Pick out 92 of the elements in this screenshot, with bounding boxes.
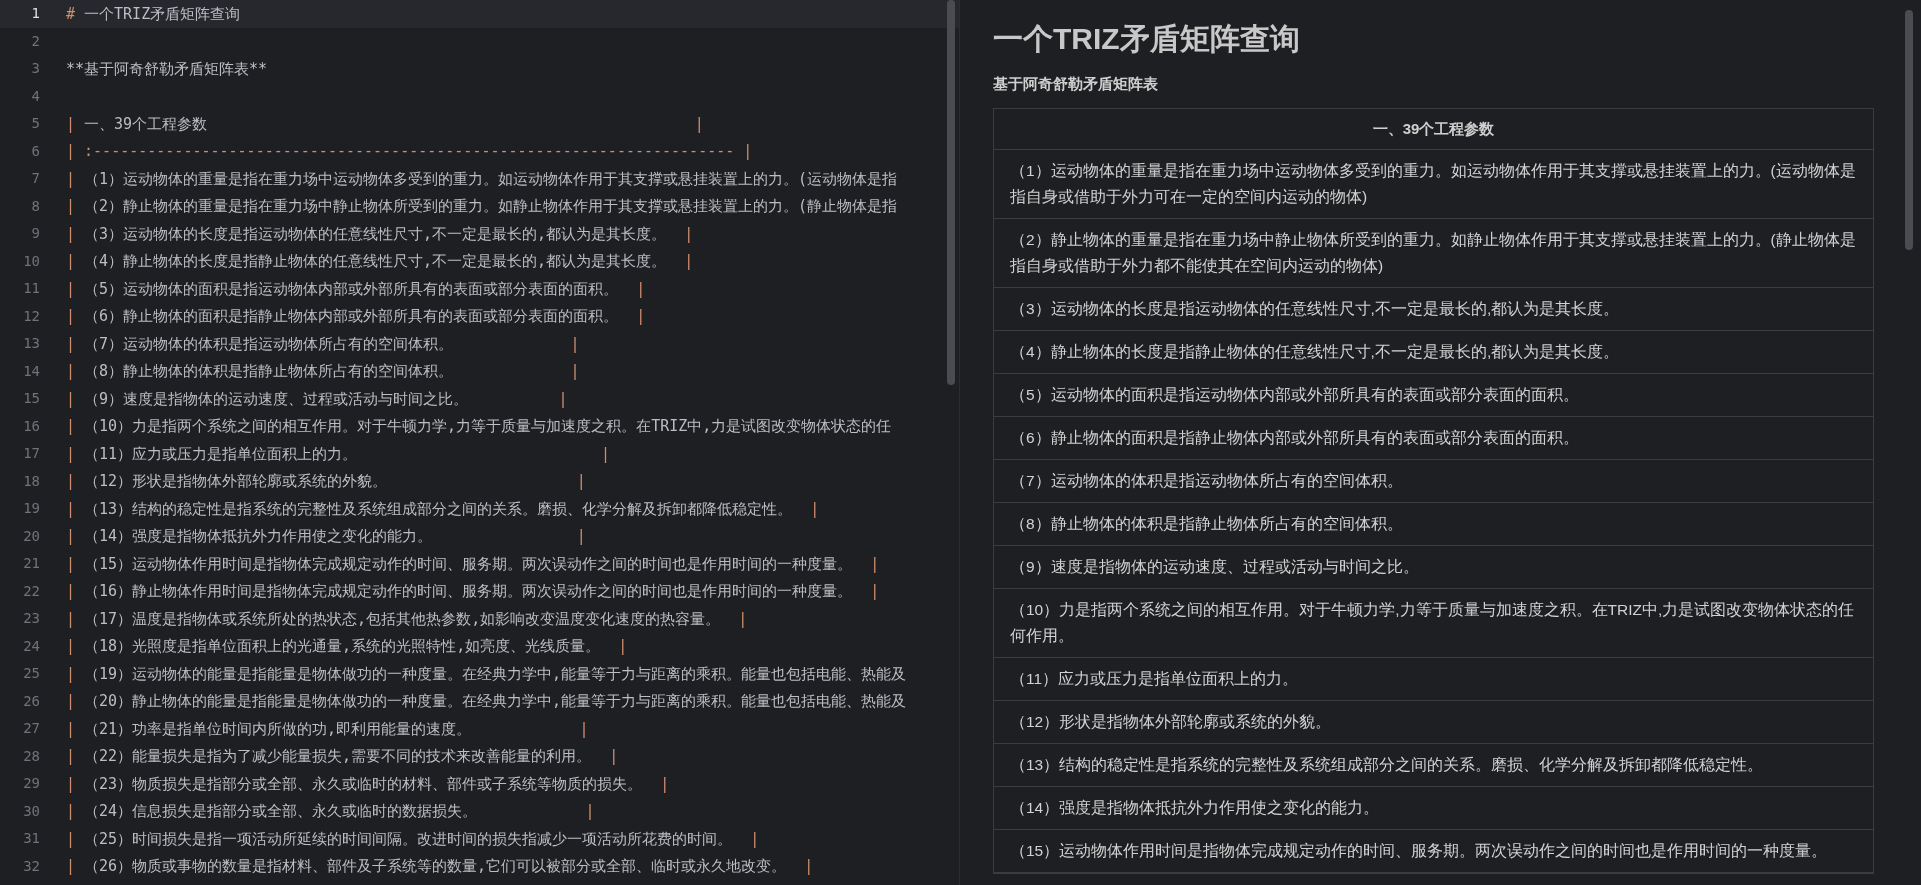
code-line: | （10）力是指两个系统之间的相互作用。对于牛顿力学,力等于质量与加速度之积。在TRIZ中,力是试图改变物体状态的任	[65, 416, 892, 437]
table-cell-text: （6）静止物体的面积是指静止物体内部或外部所具有的表面或部分表面的面积。	[1010, 428, 1580, 448]
line-number: 20	[22, 526, 40, 546]
line-number: 22	[22, 581, 40, 601]
table-pipe: |	[579, 718, 589, 740]
table-cell-text: （5）运动物体的面积是指运动物体内部或外部所具有的表面或部分表面的面积。	[1010, 385, 1580, 405]
line-number: 32	[22, 856, 40, 876]
table-pipe: |	[570, 333, 580, 355]
line-number: 24	[22, 636, 40, 656]
line-number: 21	[22, 554, 40, 574]
line-number: 27	[22, 719, 40, 739]
line-number: 3	[30, 59, 40, 79]
table-cell-text: （8）静止物体的体积是指静止物体所占有的空间体积。	[1010, 514, 1404, 534]
table-cell-text: （15）运动物体作用时间是指物体完成规定动作的时间、服务期。两次误动作之间的时间也是作用时间的一种度量。	[1010, 841, 1829, 861]
table-cell-text: （12）形状是指物体外部轮廓或系统的外貌。	[1010, 712, 1333, 732]
line-number: 16	[22, 416, 40, 436]
code-line: | （2）静止物体的重量是指在重力场中静止物体所受到的重力。如静止物体作用于其支撑或悬挂装置上的力。(静止物体是指	[65, 196, 898, 217]
code-line: | （3）运动物体的长度是指运动物体的任意线性尺寸,不一定是最长的,都认为是其长度。 |	[65, 223, 694, 245]
code-line: | （16）静止物体作用时间是指物体完成规定动作的时间、服务期。两次误动作之间的时间也是作用时间的一种度量。 |	[65, 581, 880, 602]
line-number: 23	[22, 609, 40, 629]
document-subtitle: 基于阿奇舒勒矛盾矩阵表	[993, 74, 1158, 94]
line-number: 17	[22, 444, 40, 464]
code-line: | （6）静止物体的面积是指静止物体内部或外部所具有的表面或部分表面的面积。 |	[65, 306, 646, 327]
code-line: | （20）静止物体的能量是指能量是物体做功的一种度量。在经典力学中,能量等于力与距离的乘积。能量也包括电能、热能及	[65, 691, 907, 712]
code-editor[interactable]	[0, 0, 960, 885]
line-number: 9	[30, 224, 40, 244]
line-number: 7	[30, 169, 40, 189]
line-number: 12	[22, 306, 40, 326]
scrollbar-thumb[interactable]	[1905, 10, 1913, 250]
line-number: 10	[22, 251, 40, 271]
line-number: 5	[30, 114, 40, 134]
table-cell-text: （1）运动物体的重量是指在重力场中运动物体多受到的重力。如运动物体作用于其支撑或悬挂装置上的力。(运动物体是指自身或借助于外力可在一定的空间内运动的物体)	[1010, 161, 1857, 207]
line-number: 14	[22, 361, 40, 381]
table-cell-text: （9）速度是指物体的运动速度、过程或活动与时间之比。	[1010, 557, 1420, 577]
table-pipe: |	[576, 526, 586, 547]
table-cell-text: （4）静止物体的长度是指静止物体的任意线性尺寸,不一定是最长的,都认为是其长度。	[1010, 342, 1621, 362]
code-line: | （13）结构的稳定性是指系统的完整性及系统组成部分之间的关系。磨损、化学分解及拆卸都降低稳定性。 |	[65, 498, 820, 520]
table-pipe: |	[694, 113, 704, 135]
table-cell-text: （11）应力或压力是指单位面积上的力。	[1010, 669, 1300, 689]
line-number: 26	[22, 691, 40, 711]
table-pipe: |	[600, 443, 610, 465]
code-line: | （5）运动物体的面积是指运动物体内部或外部所具有的表面或部分表面的面积。 |	[65, 278, 646, 300]
line-number: 11	[22, 279, 40, 299]
line-number: 30	[22, 801, 40, 821]
line-number: 4	[30, 86, 40, 106]
line-number: 31	[22, 829, 40, 849]
table-pipe: |	[570, 361, 580, 382]
code-line: **基于阿奇舒勒矛盾矩阵表**	[65, 58, 268, 80]
code-line: | （26）物质或事物的数量是指材料、部件及子系统等的数量,它们可以被部分或全部、临时或永久地改变。 |	[65, 856, 814, 877]
line-number: 6	[30, 141, 40, 161]
line-number: 28	[22, 746, 40, 766]
code-line: | （17）温度是指物体或系统所处的热状态,包括其他热参数,如影响改变温度变化速度的热容量。 |	[65, 608, 748, 630]
code-line: | （7）运动物体的体积是指运动物体所占有的空间体积。	[65, 333, 454, 355]
code-line: | （12）形状是指物体外部轮廓或系统的外貌。	[65, 471, 388, 492]
table-pipe: |	[576, 471, 586, 492]
code-line: | （8）静止物体的体积是指静止物体所占有的空间体积。	[65, 361, 454, 382]
code-line: | （21）功率是指单位时间内所做的功,即利用能量的速度。	[65, 718, 472, 740]
line-number: 2	[30, 31, 40, 51]
code-line: | :----------------------------------------------------------------------- |	[65, 141, 753, 162]
code-line: | （19）运动物体的能量是指能量是物体做功的一种度量。在经典力学中,能量等于力与距离的乘积。能量也包括电能、热能及	[65, 663, 907, 685]
code-line: | （24）信息损失是指部分或全部、永久或临时的数据损失。	[65, 801, 478, 822]
line-number: 13	[22, 334, 40, 354]
code-line: | （9）速度是指物体的运动速度、过程或活动与时间之比。	[65, 388, 469, 410]
code-line: | （25）时间损失是指一项活动所延续的时间间隔。改进时间的损失指减少一项活动所花费的时间。 |	[65, 828, 760, 850]
line-number: 8	[30, 196, 40, 216]
line-number: 29	[22, 774, 40, 794]
code-line: | （18）光照度是指单位面积上的光通量,系统的光照特性,如亮度、光线质量。 |	[65, 636, 628, 657]
table-header: 一、39个工程参数	[1372, 118, 1495, 139]
table-cell-text: （14）强度是指物体抵抗外力作用使之变化的能力。	[1010, 798, 1381, 818]
table-cell-text: （10）力是指两个系统之间的相互作用。对于牛顿力学,力等于质量与加速度之积。在TRIZ中,力是试图改变物体状态的任何作用。	[1010, 600, 1856, 646]
table-cell-text: （2）静止物体的重量是指在重力场中静止物体所受到的重力。如静止物体作用于其支撑或悬挂装置上的力。(静止物体是指自身或借助于外力都不能使其在空间内运动的物体)	[1010, 230, 1857, 276]
code-line: # 一个TRIZ矛盾矩阵查询	[65, 3, 241, 25]
code-line: | （4）静止物体的长度是指静止物体的任意线性尺寸,不一定是最长的,都认为是其长度。 |	[65, 251, 694, 272]
document-title: 一个TRIZ矛盾矩阵查询	[993, 21, 1300, 57]
line-number: 18	[22, 471, 40, 491]
line-number: 15	[22, 389, 40, 409]
line-number: 1	[30, 4, 40, 24]
table-cell-text: （3）运动物体的长度是指运动物体的任意线性尺寸,不一定是最长的,都认为是其长度。	[1010, 299, 1621, 319]
table-pipe: |	[585, 801, 595, 822]
table-cell-text: （13）结构的稳定性是指系统的完整性及系统组成部分之间的关系。磨损、化学分解及拆卸都降低稳定性。	[1010, 755, 1765, 775]
code-line: | （1）运动物体的重量是指在重力场中运动物体多受到的重力。如运动物体作用于其支撑或悬挂装置上的力。(运动物体是指	[65, 168, 898, 190]
table-pipe: |	[558, 388, 568, 410]
code-line: | （14）强度是指物体抵抗外力作用使之变化的能力。	[65, 526, 433, 547]
code-line: | （22）能量损失是指为了减少能量损失,需要不同的技术来改善能量的利用。 |	[65, 746, 619, 767]
code-line: | 一、39个工程参数	[65, 113, 208, 135]
line-number: 25	[22, 664, 40, 684]
code-line: | （11）应力或压力是指单位面积上的力。	[65, 443, 358, 465]
scrollbar-thumb[interactable]	[947, 0, 955, 385]
code-line: | （15）运动物体作用时间是指物体完成规定动作的时间、服务期。两次误动作之间的时间也是作用时间的一种度量。 |	[65, 553, 880, 575]
table-cell-text: （7）运动物体的体积是指运动物体所占有的空间体积。	[1010, 471, 1404, 491]
code-line: | （23）物质损失是指部分或全部、永久或临时的材料、部件或子系统等物质的损失。 |	[65, 773, 670, 795]
line-number: 19	[22, 499, 40, 519]
